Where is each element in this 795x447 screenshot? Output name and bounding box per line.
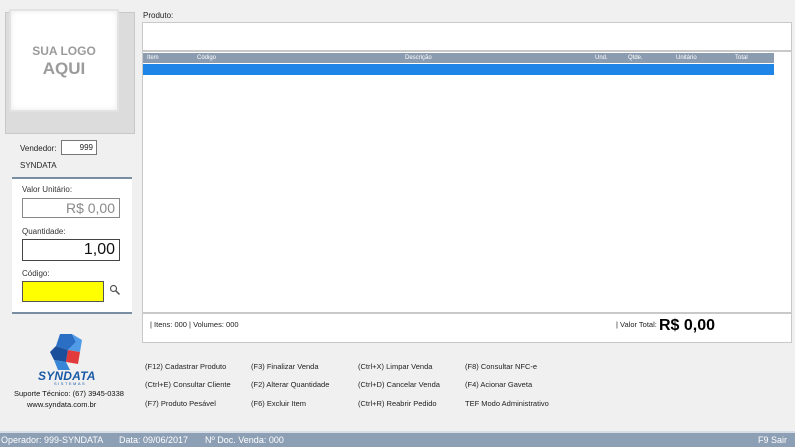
shortcut-produto-pesavel[interactable]: (F7) Produto Pesável: [145, 399, 216, 408]
shortcut-limpar-venda[interactable]: (Ctrl+X) Limpar Venda: [358, 362, 432, 371]
website-link[interactable]: www.syndata.com.br: [27, 400, 96, 409]
status-bar: Operador: 999-SYNDATA Data: 09/06/2017 N…: [0, 431, 795, 447]
column-header-descricao[interactable]: Descrição: [405, 55, 432, 61]
column-header-und[interactable]: Und.: [595, 55, 608, 61]
table-row[interactable]: [143, 64, 774, 75]
column-header-total[interactable]: Total: [735, 55, 748, 61]
produto-label: Produto:: [143, 11, 174, 20]
valor-unitario-field[interactable]: R$ 0,00: [22, 198, 120, 218]
column-header-unitario[interactable]: Unitário: [676, 55, 697, 61]
vendedor-label: Vendedor:: [20, 144, 57, 153]
itens-count: | Itens: 000 | Volumes: 000: [150, 320, 239, 329]
support-phone: Suporte Técnico: (67) 3945-0338: [14, 389, 124, 398]
status-operador: Operador: 999-SYNDATA: [1, 435, 104, 445]
column-header-codigo[interactable]: Código: [197, 55, 216, 61]
shortcut-tef-administrativo[interactable]: TEF Modo Administrativo: [465, 399, 549, 408]
valor-unitario-label: Valor Unitário:: [22, 185, 73, 194]
logo-text-line1: SUA LOGO: [32, 43, 96, 58]
vendedor-input[interactable]: 999: [61, 140, 97, 155]
codigo-label: Código:: [22, 269, 50, 278]
column-header-qtde[interactable]: Qtde.: [628, 55, 643, 61]
shortcut-consultar-cliente[interactable]: (Ctrl+E) Consultar Cliente: [145, 380, 231, 389]
logo-text-line2: AQUI: [42, 58, 86, 78]
brand-tagline: SISTEMAS: [54, 381, 87, 386]
shortcut-cancelar-venda[interactable]: (Ctrl+D) Cancelar Venda: [358, 380, 440, 389]
logo-frame: SUA LOGO AQUI: [9, 9, 119, 112]
shortcut-finalizar-venda[interactable]: (F3) Finalizar Venda: [251, 362, 319, 371]
produto-display: [142, 22, 792, 51]
quantidade-label: Quantidade:: [22, 227, 66, 236]
status-doc-venda: Nº Doc. Venda: 000: [205, 435, 284, 445]
shortcut-acionar-gaveta[interactable]: (F4) Acionar Gaveta: [465, 380, 532, 389]
grid-header: Item Código Descrição Und. Qtde. Unitári…: [143, 53, 774, 63]
shortcut-alterar-quantidade[interactable]: (F2) Alterar Quantidade: [251, 380, 329, 389]
syndata-logo-icon: [50, 334, 82, 370]
shortcut-reabrir-pedido[interactable]: (Ctrl+R) Reabrir Pedido: [358, 399, 437, 408]
search-icon[interactable]: [109, 284, 121, 296]
vendedor-name: SYNDATA: [20, 161, 57, 170]
status-data: Data: 09/06/2017: [119, 435, 189, 445]
shortcut-excluir-item[interactable]: (F6) Excluir Item: [251, 399, 306, 408]
codigo-input[interactable]: [22, 281, 104, 302]
quantidade-field[interactable]: 1,00: [22, 239, 120, 261]
shortcut-consultar-nfce[interactable]: (F8) Consultar NFC-e: [465, 362, 537, 371]
items-grid[interactable]: [142, 51, 792, 313]
column-header-item[interactable]: Item: [147, 55, 159, 61]
valor-total: R$ 0,00: [659, 317, 716, 334]
exit-button[interactable]: F9 Sair: [758, 435, 787, 445]
shortcut-cadastrar-produto[interactable]: (F12) Cadastrar Produto: [145, 362, 226, 371]
valor-total-label: | Valor Total:: [616, 320, 657, 329]
